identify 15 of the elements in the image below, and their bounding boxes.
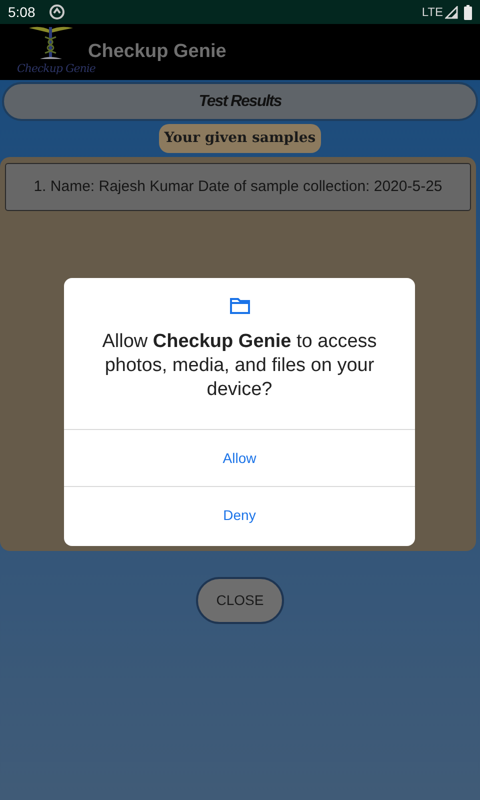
sync-icon — [49, 4, 66, 20]
signal-icon — [445, 6, 458, 18]
app-title: Checkup Genie — [88, 40, 226, 64]
network-type: LTE — [422, 4, 443, 21]
dialog-button[interactable]: Allow — [64, 429, 415, 486]
sample-item[interactable]: 1. Name: Rajesh Kumar Date of sample collection: 2020-5-25 — [5, 163, 471, 211]
dialog-button[interactable]: Deny — [64, 486, 415, 543]
folder-icon — [230, 298, 250, 314]
dialog-message: Allow Checkup Genie to access photos, media, and files on your device? — [101, 330, 378, 402]
status-time: 5:08 — [8, 2, 36, 22]
battery-icon — [464, 4, 472, 20]
header-banner: Test Results — [2, 82, 478, 121]
logo-text: Checkup Genie — [17, 61, 96, 77]
close-button[interactable]: CLOSE — [196, 577, 284, 624]
section-label: Your given samples — [159, 124, 321, 153]
